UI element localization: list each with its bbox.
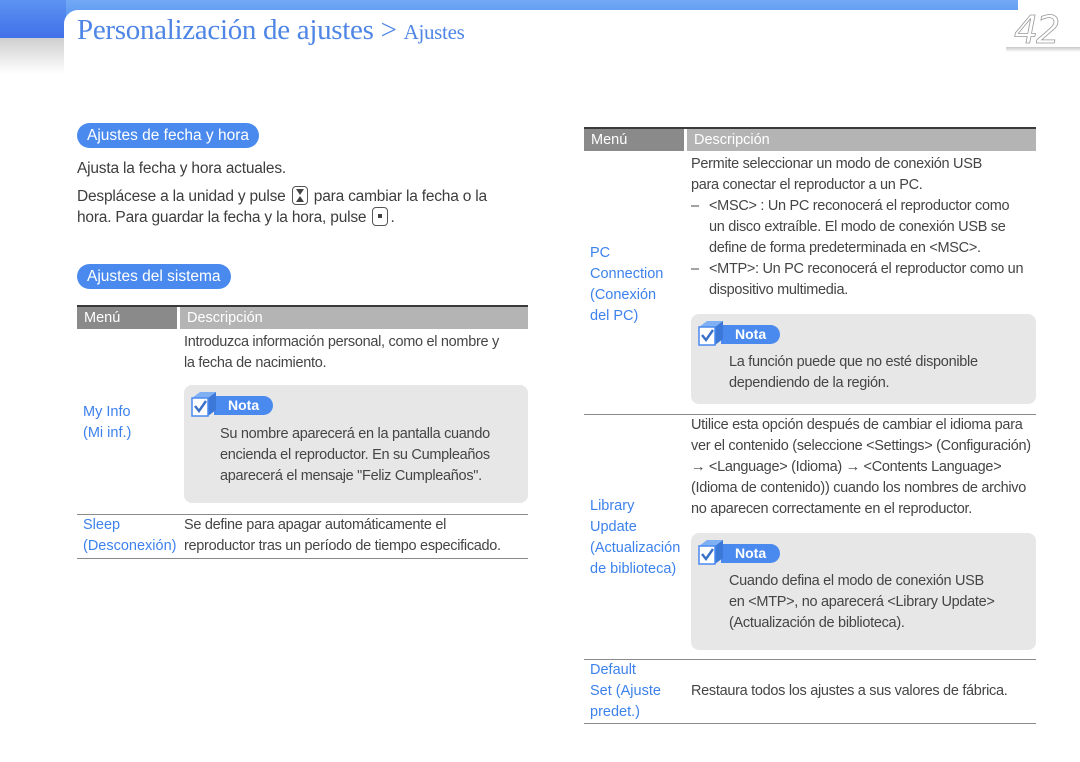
note-line: en <MTP>, no aparecerá <Library Update> <box>729 594 995 610</box>
note-text: La función puede que no esté disponible … <box>729 352 978 394</box>
menu-label-translation: (Actualización <box>590 540 681 556</box>
description-line: para conectar el reproductor a un PC. <box>691 177 923 193</box>
breadcrumb-sub: Ajustes <box>403 20 465 44</box>
menu-label-translation: de biblioteca) <box>590 561 677 577</box>
note-line: Su nombre aparecerá en la pantalla cuand… <box>220 426 490 442</box>
note-text: Cuando defina el modo de conexión USB en… <box>729 571 995 634</box>
menu-item-pc-connection[interactable]: PC Connection (Conexión del PC) <box>590 243 663 327</box>
menu-item-library-update[interactable]: Library Update (Actualización de bibliot… <box>590 496 680 580</box>
column-header-menu: Menú <box>584 129 684 151</box>
note-box: Nota Cuando defina el modo de conexión U… <box>691 533 1036 650</box>
menu-label-translation: (Mi inf.) <box>83 425 132 441</box>
note-label: Nota <box>721 325 781 344</box>
column-header-menu: Menú <box>77 307 177 329</box>
date-time-instructions-1: Desplácese a la unidad y pulse para camb… <box>77 186 487 207</box>
description-line: Se define para apagar automáticamente el <box>184 517 447 533</box>
date-time-intro: Ajusta la fecha y hora actuales. <box>77 160 287 177</box>
menu-label: Connection <box>590 266 664 282</box>
note-label: Nota <box>721 544 781 563</box>
system-settings-table-continued: Menú Descripción PC Connection (Conexión… <box>584 127 1036 727</box>
description-bullet: – <MTP>: Un PC reconocerá el reproductor … <box>691 259 1024 280</box>
header-shadow <box>0 38 64 74</box>
description-line: <MTP>: Un PC reconocerá el reproductor c… <box>709 261 1024 277</box>
instruction-text: . <box>390 209 395 226</box>
menu-item-sleep[interactable]: Sleep (Desconexión) <box>83 515 177 557</box>
description-line: (Idioma de contenido)) cuando los nombre… <box>691 480 1027 496</box>
description-line: un disco extraíble. El modo de conexión … <box>709 219 1006 235</box>
column-header-description: Descripción <box>177 307 528 329</box>
description-line: define de forma predeterminada en <MSC>. <box>709 240 981 256</box>
description-sleep: Se define para apagar automáticamente el… <box>184 515 501 557</box>
section-pill-date-time: Ajustes de fecha y hora <box>77 123 259 148</box>
menu-item-my-info[interactable]: My Info (Mi inf.) <box>83 402 131 444</box>
menu-label: Default <box>590 662 636 678</box>
description-line: reproductor tras un período de tiempo es… <box>184 538 501 554</box>
select-button-icon <box>372 207 389 226</box>
description-bullet: – <MSC> : Un PC reconocerá el reproductor… <box>691 196 1023 217</box>
description-line: no aparecen correctamente en el reproduc… <box>691 501 973 517</box>
note-checkbox-icon <box>191 392 216 417</box>
menu-label: My Info <box>83 404 131 420</box>
column-header-description: Descripción <box>684 129 1036 151</box>
page-number-rule <box>1006 47 1080 52</box>
menu-label: Sleep <box>83 517 121 533</box>
note-text: Su nombre aparecerá en la pantalla cuand… <box>220 424 490 487</box>
description-line: Restaura todos los ajustes a sus valores… <box>691 683 1008 699</box>
menu-label: PC <box>590 245 611 261</box>
note-label: Nota <box>214 396 274 415</box>
menu-item-default-set[interactable]: Default Set (Ajuste predet.) <box>590 660 661 723</box>
page-title: Personalización de ajustes > Ajustes <box>77 14 465 47</box>
note-line: La función puede que no esté disponible <box>729 354 978 370</box>
table-header: Menú Descripción <box>584 129 1036 151</box>
row-divider <box>584 723 1036 724</box>
note-line: dependiendo de la región. <box>729 375 890 391</box>
description-line: Introduzca información personal, como el… <box>184 334 499 350</box>
description-library-update: Utilice esta opción después de cambiar e… <box>691 415 1031 520</box>
section-pill-system: Ajustes del sistema <box>77 264 231 289</box>
menu-label: predet.) <box>590 704 640 720</box>
menu-label-translation: (Desconexión) <box>83 538 177 554</box>
description-pc-connection: Permite seleccionar un modo de conexión … <box>691 154 1024 301</box>
menu-label: Library <box>590 498 635 514</box>
description-line: ver el contenido (seleccione <Settings> … <box>691 438 1031 454</box>
description-default-set: Restaura todos los ajustes a sus valores… <box>691 681 1008 702</box>
description-line: la fecha de nacimiento. <box>184 355 327 371</box>
note-line: (Actualización de biblioteca). <box>729 615 905 631</box>
note-line: encienda el reproductor. En su Cumpleaño… <box>220 447 490 463</box>
dash-bullet: – <box>691 198 699 214</box>
note-checkbox-icon <box>698 540 723 565</box>
note-line: Cuando defina el modo de conexión USB <box>729 573 984 589</box>
note-line: aparecerá el mensaje "Feliz Cumpleaños". <box>220 468 482 484</box>
instruction-text: Desplácese a la unidad y pulse <box>77 188 286 205</box>
up-down-button-icon <box>291 186 308 205</box>
description-line: Permite seleccionar un modo de conexión … <box>691 156 982 172</box>
menu-label-translation: (Conexión <box>590 287 657 303</box>
note-box: Nota La función puede que no esté dispon… <box>691 314 1036 404</box>
dash-bullet: – <box>691 261 699 277</box>
description-line: <MSC> : Un PC reconocerá el reproductor … <box>709 198 1010 214</box>
instruction-text: para cambiar la fecha o la <box>313 188 487 205</box>
description-line: dispositivo multimedia. <box>709 282 848 298</box>
note-checkbox-icon <box>698 321 723 346</box>
description-line: → <Language> (Idioma) → <Contents Langua… <box>691 459 1002 475</box>
instruction-text: hora. Para guardar la fecha y la hora, p… <box>77 209 367 226</box>
header-band-left <box>0 0 66 38</box>
description-line: Utilice esta opción después de cambiar e… <box>691 417 1023 433</box>
table-header: Menú Descripción <box>77 307 528 329</box>
page-number: 42 <box>1014 8 1061 53</box>
row-divider <box>77 558 528 559</box>
note-box: Nota Su nombre aparecerá en la pantalla … <box>184 385 528 503</box>
menu-label-translation: del PC) <box>590 308 639 324</box>
date-time-instructions-2: hora. Para guardar la fecha y la hora, p… <box>77 207 395 228</box>
breadcrumb-separator: > <box>380 14 397 46</box>
system-settings-table: Menú Descripción My Info (Mi inf.) Intro… <box>77 305 528 565</box>
menu-label: Update <box>590 519 637 535</box>
description-my-info: Introduzca información personal, como el… <box>184 332 499 374</box>
menu-label: Set (Ajuste <box>590 683 661 699</box>
breadcrumb-main: Personalización de ajustes <box>77 14 374 46</box>
